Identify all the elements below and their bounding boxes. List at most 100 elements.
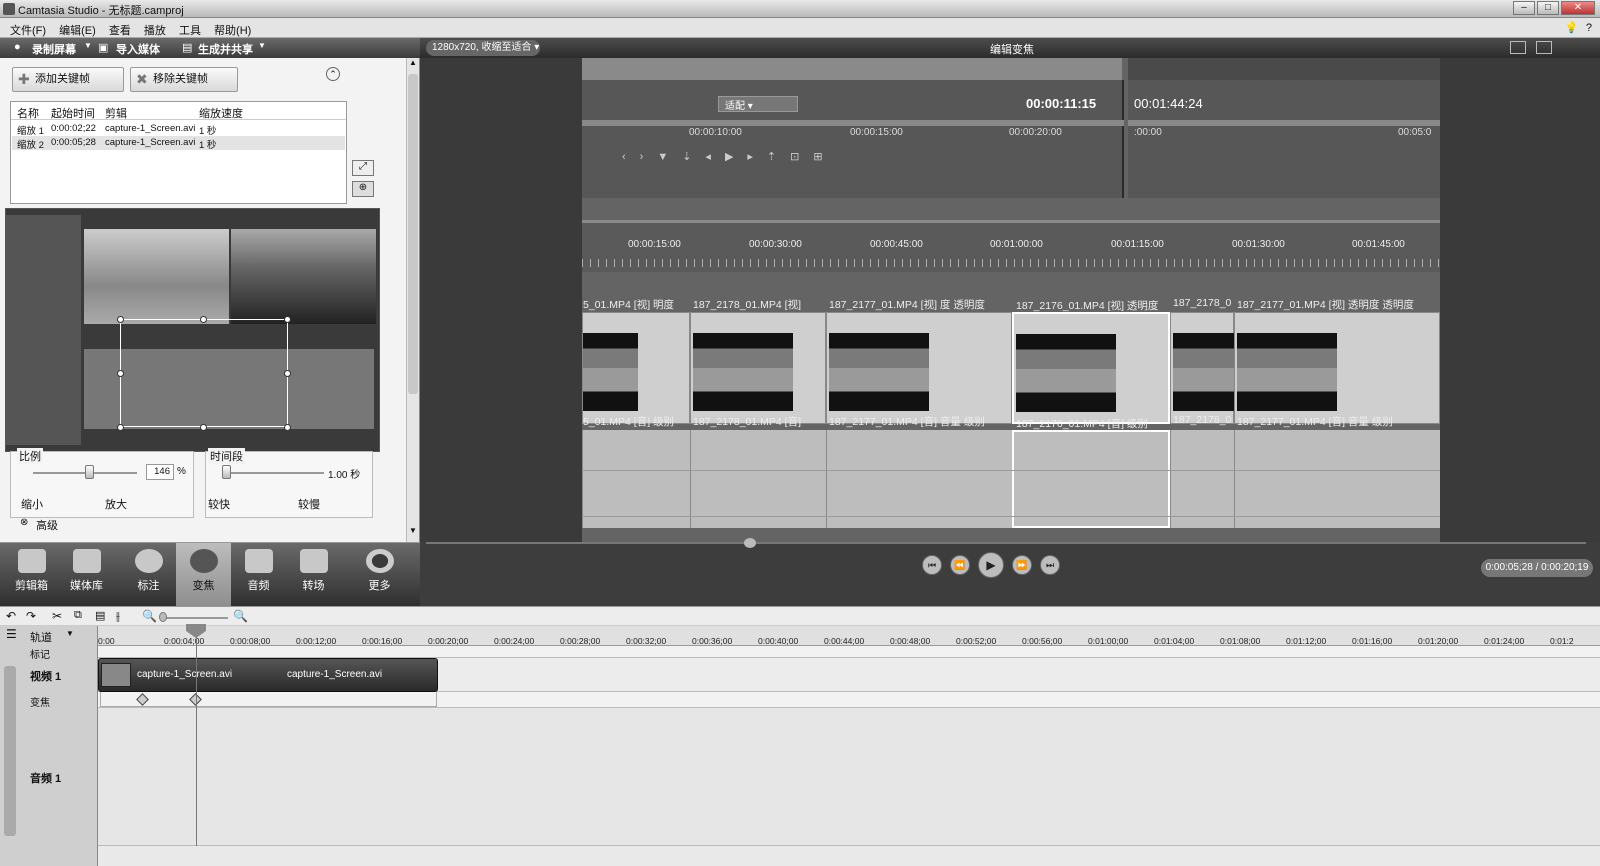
play-button[interactable]: ▶ bbox=[978, 552, 1004, 578]
tool-audio[interactable]: 音频 bbox=[231, 543, 286, 606]
inner-audio-clip: 187_2176_01.MP4 [音] 级别 bbox=[1012, 418, 1170, 528]
undo-icon[interactable]: ↶ bbox=[6, 609, 16, 623]
inner-preview-strip bbox=[582, 58, 1122, 80]
table-cell[interactable]: 缩放 2 bbox=[17, 137, 44, 151]
scale-slider-thumb[interactable] bbox=[85, 465, 94, 479]
menu-edit[interactable]: 编辑(E) bbox=[59, 22, 96, 38]
ruler-tick: 0:00:20;00 bbox=[428, 636, 469, 646]
inner-ruler-tick: 00:01:15:00 bbox=[1111, 239, 1164, 250]
marker-track[interactable] bbox=[98, 646, 1600, 658]
tip-icon[interactable]: 💡 bbox=[1565, 21, 1579, 34]
menu-play[interactable]: 播放 bbox=[144, 22, 166, 38]
playhead[interactable] bbox=[196, 626, 197, 846]
scroll-thumb[interactable] bbox=[408, 74, 418, 394]
resize-handle[interactable] bbox=[284, 424, 291, 431]
collapse-icon[interactable]: ⌃ bbox=[326, 67, 340, 81]
maximize-button[interactable]: □ bbox=[1537, 1, 1559, 15]
table-cell[interactable]: capture-1_Screen.avi bbox=[105, 137, 195, 148]
video-track[interactable]: capture-1_Screen.avi capture-1_Screen.av… bbox=[98, 658, 1600, 692]
add-keyframe-button[interactable]: ✚ 添加关键帧 bbox=[12, 67, 124, 92]
produce-share-button[interactable]: 生成并共享 bbox=[198, 41, 253, 57]
tool-transition[interactable]: 转场 bbox=[286, 543, 341, 606]
copy-icon[interactable]: ⧉ bbox=[74, 609, 82, 622]
resize-handle[interactable] bbox=[117, 424, 124, 431]
skip-start-button[interactable]: ⏮ bbox=[922, 555, 942, 575]
help-icon[interactable]: ? bbox=[1586, 22, 1592, 34]
audio-track[interactable] bbox=[98, 708, 1600, 846]
menu-help[interactable]: 帮助(H) bbox=[214, 22, 251, 38]
table-cell[interactable]: capture-1_Screen.avi bbox=[105, 123, 195, 134]
canvas-title: 编辑变焦 bbox=[990, 44, 1034, 56]
resize-handle[interactable] bbox=[117, 370, 124, 377]
advanced-toggle[interactable]: 高级 bbox=[36, 517, 58, 533]
track-height-slider[interactable] bbox=[4, 666, 16, 836]
fast-forward-button[interactable]: ⏩ bbox=[1012, 555, 1032, 575]
resize-handle[interactable] bbox=[284, 370, 291, 377]
remove-keyframe-button[interactable]: ✖ 移除关键帧 bbox=[130, 67, 238, 92]
table-cell[interactable]: 0:00:05;28 bbox=[51, 137, 96, 148]
scale-input[interactable]: 146 bbox=[146, 464, 174, 480]
zoom-track[interactable] bbox=[98, 692, 1600, 708]
skip-end-button[interactable]: ⏭ bbox=[1040, 555, 1060, 575]
chevron-down-icon[interactable]: ▼ bbox=[66, 629, 74, 638]
table-cell[interactable]: 0:00:02;22 bbox=[51, 123, 96, 134]
menu-tools[interactable]: 工具 bbox=[179, 22, 201, 38]
resize-handle[interactable] bbox=[284, 316, 291, 323]
plus-icon: ✚ bbox=[18, 71, 30, 87]
tool-clip-bin[interactable]: 剪辑箱 bbox=[4, 543, 59, 606]
resize-handle[interactable] bbox=[200, 316, 207, 323]
left-panel-scrollbar[interactable]: ▲ ▼ bbox=[406, 58, 419, 542]
detach-icon[interactable] bbox=[1536, 41, 1552, 54]
menu-file[interactable]: 文件(F) bbox=[10, 22, 46, 38]
timeline-zoom-track[interactable] bbox=[160, 617, 228, 619]
fit-zoom-icon[interactable]: ⤢ bbox=[352, 160, 374, 176]
zoom-in-icon[interactable]: 🔍 bbox=[233, 609, 248, 623]
paste-icon[interactable]: ▤ bbox=[95, 609, 105, 622]
cut-icon[interactable]: ✂ bbox=[52, 609, 62, 623]
resolution-dropdown[interactable]: 1280x720, 收缩至适合 ▾ bbox=[426, 40, 540, 56]
duration-slider-track[interactable] bbox=[222, 472, 324, 474]
zoom-preview[interactable] bbox=[5, 208, 380, 452]
duration-slider-thumb[interactable] bbox=[222, 465, 231, 479]
scrub-thumb[interactable] bbox=[744, 538, 756, 548]
ruler-tick: 0:01:08;00 bbox=[1220, 636, 1261, 646]
video-clip[interactable]: capture-1_Screen.avi capture-1_Screen.av… bbox=[98, 658, 438, 692]
resize-handle[interactable] bbox=[117, 316, 124, 323]
ruler-tick: 0:00:04;00 bbox=[164, 636, 205, 646]
redo-icon[interactable]: ↷ bbox=[26, 609, 36, 623]
resize-handle[interactable] bbox=[200, 424, 207, 431]
duration-value[interactable]: 1.00 秒 bbox=[328, 466, 360, 481]
split-icon[interactable]: ⫲ bbox=[116, 609, 120, 624]
tool-zoom[interactable]: 变焦 bbox=[176, 543, 231, 606]
zoom-region-icon[interactable]: ⊕ bbox=[352, 181, 374, 197]
timeline-ruler[interactable]: 0:00 0:00:04;00 0:00:08;00 0:00:12;00 0:00:1… bbox=[98, 626, 1600, 646]
tool-library[interactable]: 媒体库 bbox=[59, 543, 114, 606]
expand-advanced-icon[interactable]: ⊗ bbox=[20, 517, 28, 528]
timeline-zoom-thumb[interactable] bbox=[159, 612, 167, 622]
tool-more[interactable]: 更多 bbox=[352, 543, 407, 606]
menu-view[interactable]: 查看 bbox=[109, 22, 131, 38]
scroll-down-icon[interactable]: ▼ bbox=[408, 526, 418, 538]
minimize-button[interactable]: – bbox=[1513, 1, 1535, 15]
zoom-out-icon[interactable]: 🔍 bbox=[142, 609, 157, 623]
fullscreen-icon[interactable] bbox=[1510, 41, 1526, 54]
scrub-track[interactable] bbox=[426, 542, 1586, 544]
table-cell[interactable]: 1 秒 bbox=[199, 137, 216, 151]
close-button[interactable]: ✕ bbox=[1561, 1, 1595, 15]
table-cell[interactable]: 缩放 1 bbox=[17, 123, 44, 137]
ruler-tick: 0:01:00;00 bbox=[1088, 636, 1129, 646]
timeline: ☰ 轨道 ▼ 标记 视频 1 变焦 音频 1 0:00 0:00:04;00 0:0… bbox=[0, 626, 1600, 866]
tool-callout[interactable]: 标注 bbox=[121, 543, 176, 606]
scroll-up-icon[interactable]: ▲ bbox=[408, 58, 418, 70]
produce-icon: ▤ bbox=[182, 42, 193, 54]
record-screen-button[interactable]: 录制屏幕 bbox=[32, 41, 76, 57]
dropdown-arrow-icon[interactable]: ▼ bbox=[258, 41, 266, 50]
zoom-region-rect[interactable] bbox=[120, 319, 288, 427]
inner-video-clip: 187_2178_0 bbox=[1170, 297, 1235, 424]
rewind-button[interactable]: ⏪ bbox=[950, 555, 970, 575]
import-media-button[interactable]: 导入媒体 bbox=[116, 41, 160, 57]
dropdown-arrow-icon[interactable]: ▼ bbox=[84, 41, 92, 50]
video-canvas[interactable]: 适配 ▾ 00:00:11:15 00:00:10:00 00:00:15:00… bbox=[582, 58, 1440, 546]
tracks-dropdown[interactable]: 轨道 bbox=[30, 629, 52, 645]
table-cell[interactable]: 1 秒 bbox=[199, 123, 216, 137]
